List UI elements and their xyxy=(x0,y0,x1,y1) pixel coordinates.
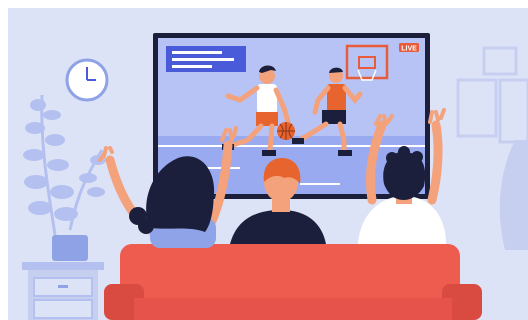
live-badge: LIVE xyxy=(399,43,419,53)
side-cabinet xyxy=(22,262,104,320)
scoreboard-graphic xyxy=(166,46,246,72)
live-badge-label: LIVE xyxy=(401,46,417,53)
living-room-scene: LIVE xyxy=(0,0,528,320)
basketball-icon xyxy=(277,122,295,140)
sofa-seat xyxy=(134,298,452,320)
sofa-back xyxy=(120,244,460,306)
sofa xyxy=(104,244,482,320)
clock-icon xyxy=(65,58,109,102)
